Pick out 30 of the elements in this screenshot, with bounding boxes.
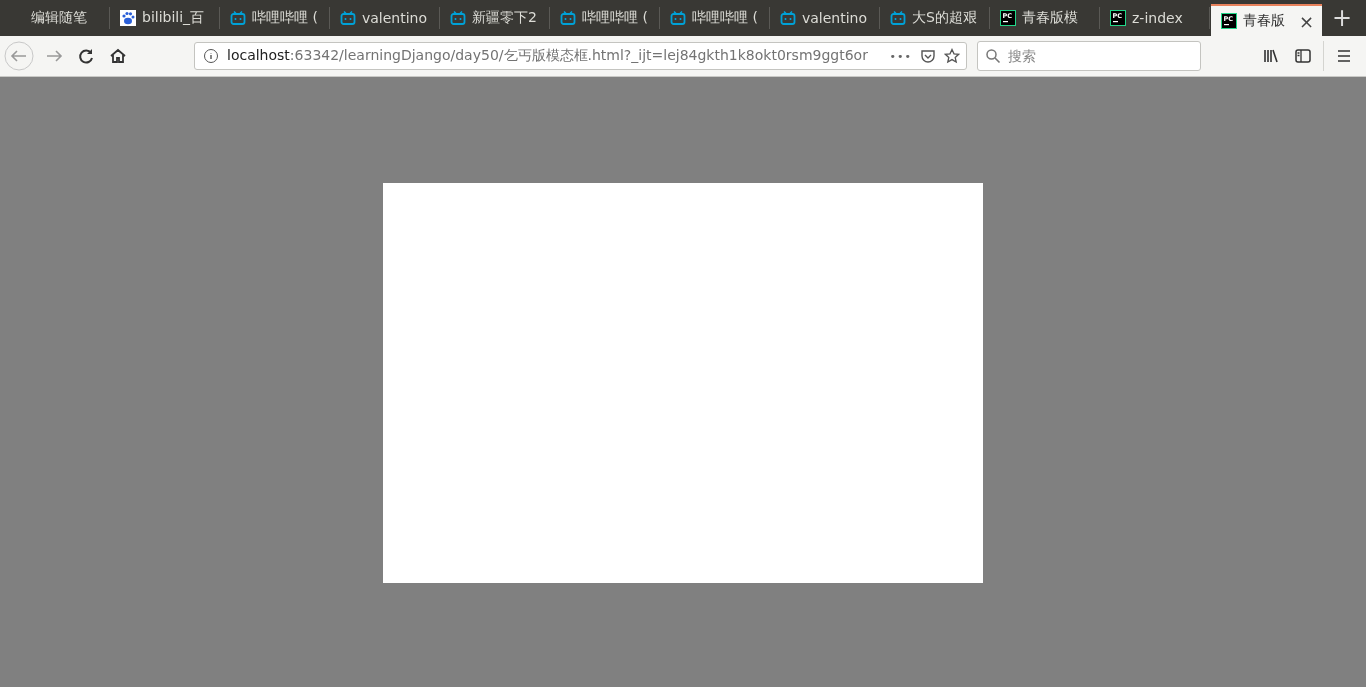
tv-icon <box>450 10 466 26</box>
tv-icon <box>890 10 906 26</box>
browser-tab[interactable]: bilibili_百 <box>110 7 220 29</box>
new-tab-button[interactable]: + <box>1332 4 1353 32</box>
sidebar-icon[interactable] <box>1293 46 1313 66</box>
home-icon[interactable] <box>108 46 128 66</box>
browser-tab[interactable]: 大S的超艰 <box>880 7 990 29</box>
search-field[interactable]: 搜索 <box>977 41 1201 71</box>
address-bar[interactable]: localhost:63342/learningDjango/day50/乞丐版模态框.html?_ijt=lej84gkth1k8okt0rsm9ggt6or ••• <box>194 42 967 70</box>
close-tab-button[interactable]: × <box>1298 10 1314 32</box>
browser-tab[interactable]: 新疆零下2 <box>440 7 550 29</box>
page-actions-button[interactable]: ••• <box>889 49 912 63</box>
browser-tab[interactable]: valentino <box>770 7 880 29</box>
browser-tab[interactable]: 哔哩哔哩 ( <box>660 7 770 29</box>
search-icon <box>985 48 1001 64</box>
pocket-icon[interactable] <box>920 48 936 64</box>
info-icon[interactable] <box>203 48 219 64</box>
tv-icon <box>780 10 796 26</box>
browser-tab[interactable]: 编辑随笔 <box>0 7 110 29</box>
browser-tab[interactable]: 哔哩哔哩 ( <box>550 7 660 29</box>
tv-icon <box>670 10 686 26</box>
browser-tab[interactable]: 哔哩哔哩 ( <box>220 7 330 29</box>
browser-tab[interactable]: valentino <box>330 7 440 29</box>
star-icon[interactable] <box>944 48 960 64</box>
url-path: :63342/learningDjango/day50/乞丐版模态框.html?_ijt=lej84gkth1k8okt0rsm9ggt6or <box>289 47 868 63</box>
tv-icon <box>340 10 356 26</box>
paw-icon <box>120 10 136 26</box>
url-host: localhost <box>227 47 290 63</box>
tv-icon <box>230 10 246 26</box>
tv-icon <box>560 10 576 26</box>
